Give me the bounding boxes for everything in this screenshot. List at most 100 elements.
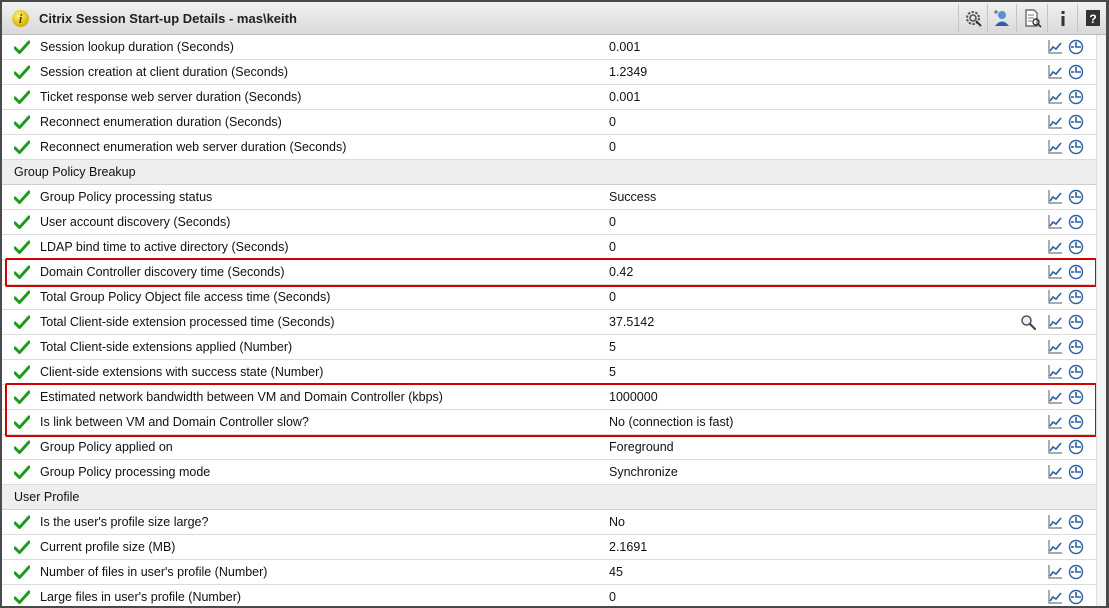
history-icon[interactable]: [1068, 364, 1084, 380]
toolbar-separator: [1077, 4, 1078, 32]
table-row: Number of files in user's profile (Numbe…: [2, 560, 1096, 585]
about-icon[interactable]: [1052, 7, 1074, 29]
measure-label: Total Client-side extensions applied (Nu…: [40, 340, 293, 354]
toolbar-separator: [958, 4, 959, 32]
measure-label: Is the user's profile size large?: [40, 515, 209, 529]
graph-icon[interactable]: [1047, 189, 1063, 205]
history-icon[interactable]: [1068, 414, 1084, 430]
status-check-icon: [13, 540, 31, 554]
report-icon[interactable]: [1021, 7, 1043, 29]
status-check-icon: [13, 115, 31, 129]
table-row: Client-side extensions with success stat…: [2, 360, 1096, 385]
table-row: Is the user's profile size large? No: [2, 510, 1096, 535]
graph-icon[interactable]: [1047, 514, 1063, 530]
measure-label: User account discovery (Seconds): [40, 215, 231, 229]
history-icon[interactable]: [1068, 464, 1084, 480]
measure-label: Reconnect enumeration duration (Seconds): [40, 115, 282, 129]
measure-value: 1.2349: [609, 65, 648, 79]
table-row: Total Group Policy Object file access ti…: [2, 285, 1096, 310]
history-icon[interactable]: [1068, 314, 1084, 330]
history-icon[interactable]: [1068, 139, 1084, 155]
graph-icon[interactable]: [1047, 389, 1063, 405]
measure-value: 0: [609, 290, 616, 304]
history-icon[interactable]: [1068, 264, 1084, 280]
history-icon[interactable]: [1068, 439, 1084, 455]
history-icon[interactable]: [1068, 339, 1084, 355]
status-check-icon: [13, 365, 31, 379]
measure-label: Group Policy processing status: [40, 190, 213, 204]
graph-icon[interactable]: [1047, 439, 1063, 455]
measure-label: Number of files in user's profile (Numbe…: [40, 565, 268, 579]
history-icon[interactable]: [1068, 389, 1084, 405]
graph-icon[interactable]: [1047, 364, 1063, 380]
graph-icon[interactable]: [1047, 414, 1063, 430]
graph-icon[interactable]: [1047, 214, 1063, 230]
scrollbar[interactable]: [1096, 35, 1106, 606]
graph-icon[interactable]: [1047, 289, 1063, 305]
graph-icon[interactable]: [1047, 239, 1063, 255]
table-row: Current profile size (MB) 2.1691: [2, 535, 1096, 560]
table-row: Session lookup duration (Seconds) 0.001: [2, 35, 1096, 60]
graph-icon[interactable]: [1047, 264, 1063, 280]
status-check-icon: [13, 290, 31, 304]
user-icon[interactable]: [991, 7, 1013, 29]
table-row: Total Client-side extension processed ti…: [2, 310, 1096, 335]
measure-value: 0.001: [609, 40, 641, 54]
history-icon[interactable]: [1068, 64, 1084, 80]
graph-icon[interactable]: [1047, 589, 1063, 605]
measure-value: 0: [609, 240, 616, 254]
status-check-icon: [13, 390, 31, 404]
graph-icon[interactable]: [1047, 64, 1063, 80]
measure-label: Large files in user's profile (Number): [40, 590, 242, 604]
history-icon[interactable]: [1068, 39, 1084, 55]
graph-icon[interactable]: [1047, 139, 1063, 155]
status-check-icon: [13, 265, 31, 279]
measure-value: 1000000: [609, 390, 658, 404]
table-row: Large files in user's profile (Number) 0: [2, 585, 1096, 606]
magnifier-icon[interactable]: [1020, 314, 1037, 331]
graph-icon[interactable]: [1047, 314, 1063, 330]
status-check-icon: [13, 240, 31, 254]
graph-icon[interactable]: [1047, 464, 1063, 480]
history-icon[interactable]: [1068, 539, 1084, 555]
table-row: Is link between VM and Domain Controller…: [2, 410, 1096, 435]
graph-icon[interactable]: [1047, 539, 1063, 555]
status-check-icon: [13, 40, 31, 54]
section-title: User Profile: [14, 490, 80, 504]
history-icon[interactable]: [1068, 214, 1084, 230]
status-check-icon: [13, 465, 31, 479]
history-icon[interactable]: [1068, 289, 1084, 305]
info-icon: i: [12, 10, 29, 27]
graph-icon[interactable]: [1047, 89, 1063, 105]
graph-icon[interactable]: [1047, 564, 1063, 580]
toolbar-separator: [1016, 4, 1017, 32]
history-icon[interactable]: [1068, 564, 1084, 580]
settings-icon[interactable]: [962, 7, 984, 29]
status-check-icon: [13, 140, 31, 154]
history-icon[interactable]: [1068, 514, 1084, 530]
measure-value: 0.001: [609, 90, 641, 104]
table-row: Group Policy applied on Foreground: [2, 435, 1096, 460]
measure-value: 0: [609, 140, 616, 154]
status-check-icon: [13, 65, 31, 79]
measure-value: 5: [609, 340, 616, 354]
help-icon[interactable]: ?: [1082, 7, 1104, 29]
history-icon[interactable]: [1068, 114, 1084, 130]
measure-label: Is link between VM and Domain Controller…: [40, 415, 309, 429]
graph-icon[interactable]: [1047, 39, 1063, 55]
measure-label: Total Client-side extension processed ti…: [40, 315, 335, 329]
table-row: User account discovery (Seconds) 0: [2, 210, 1096, 235]
status-check-icon: [13, 415, 31, 429]
history-icon[interactable]: [1068, 239, 1084, 255]
measure-value: 5: [609, 365, 616, 379]
history-icon[interactable]: [1068, 89, 1084, 105]
measure-value: Synchronize: [609, 465, 678, 479]
graph-icon[interactable]: [1047, 339, 1063, 355]
measure-value: Foreground: [609, 440, 674, 454]
measure-value: 45: [609, 565, 623, 579]
measure-label: Domain Controller discovery time (Second…: [40, 265, 285, 279]
history-icon[interactable]: [1068, 189, 1084, 205]
graph-icon[interactable]: [1047, 114, 1063, 130]
history-icon[interactable]: [1068, 589, 1084, 605]
measure-label: Current profile size (MB): [40, 540, 176, 554]
